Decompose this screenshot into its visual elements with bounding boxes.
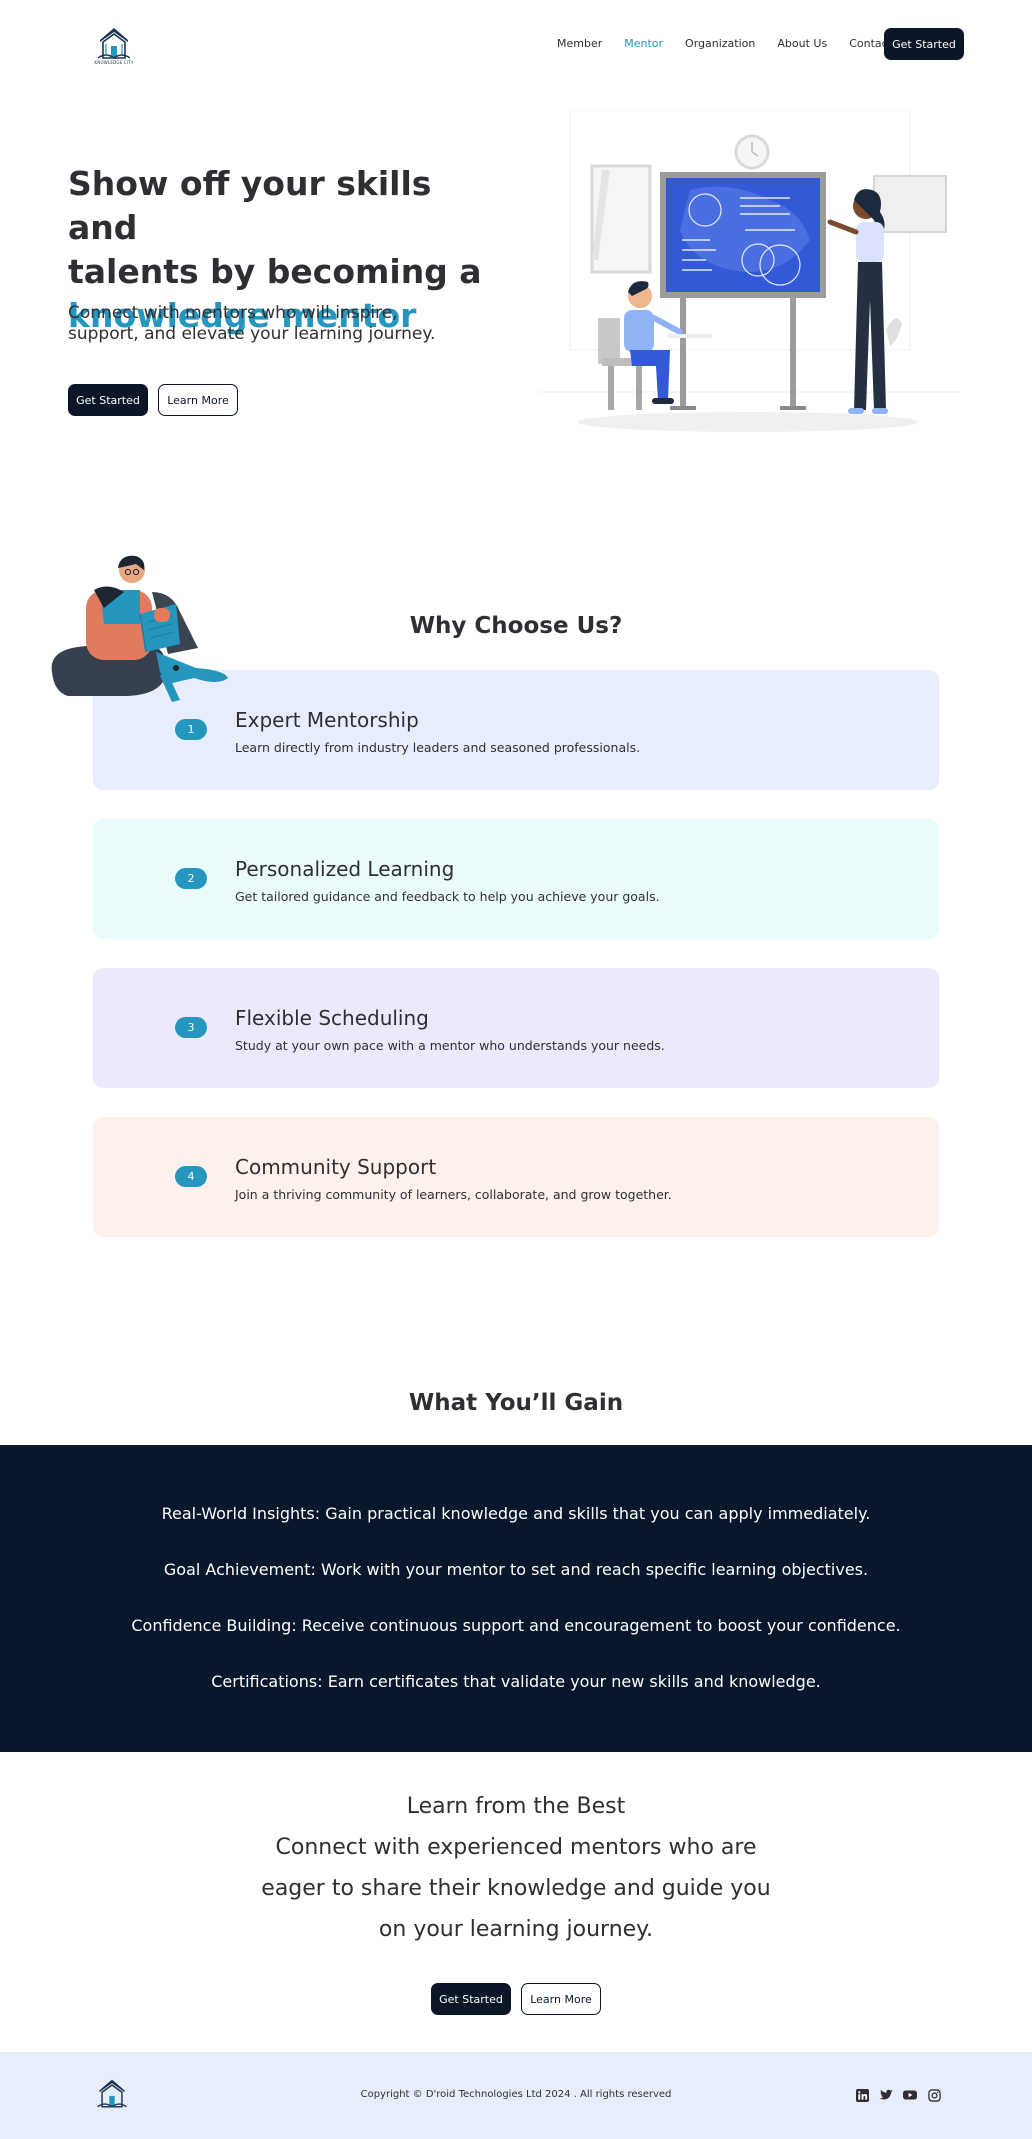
social-links <box>855 2088 941 2102</box>
nav-get-started-button[interactable]: Get Started <box>884 28 964 60</box>
card-description: Study at your own pace with a mentor who… <box>235 1038 665 1053</box>
card-number-badge: 2 <box>175 868 207 889</box>
feature-card-personalized-learning: 2 Personalized Learning Get tailored gui… <box>93 819 939 939</box>
card-number-badge: 1 <box>175 719 207 740</box>
learn-heading: Learn from the Best <box>406 1794 626 1819</box>
hero-learn-more-button[interactable]: Learn More <box>158 384 238 416</box>
nav-link-mentor[interactable]: Mentor <box>624 37 663 50</box>
gain-item: Real-World Insights: Gain practical know… <box>0 1504 1032 1523</box>
learn-get-started-button[interactable]: Get Started <box>431 1983 511 2015</box>
gain-title: What You’ll Gain <box>408 1390 624 1416</box>
gain-item-label: Confidence Building: <box>131 1616 297 1635</box>
feature-card-flexible-scheduling: 3 Flexible Scheduling Study at your own … <box>93 968 939 1088</box>
nav-link-member[interactable]: Member <box>557 37 602 50</box>
reading-student-illustration <box>51 555 228 702</box>
gain-item-label: Goal Achievement: <box>163 1560 316 1579</box>
gain-band: Real-World Insights: Gain practical know… <box>0 1445 1032 1752</box>
card-title: Community Support <box>235 1155 437 1179</box>
card-number-badge: 3 <box>175 1017 207 1038</box>
learn-learn-more-button[interactable]: Learn More <box>521 1983 601 2015</box>
card-description: Get tailored guidance and feedback to he… <box>235 889 660 904</box>
youtube-icon[interactable] <box>903 2088 917 2102</box>
gain-item: Goal Achievement: Work with your mentor … <box>0 1560 1032 1579</box>
gain-item-text: Gain practical knowledge and skills that… <box>325 1504 871 1523</box>
feature-card-community-support: 4 Community Support Join a thriving comm… <box>93 1117 939 1237</box>
learn-line: eager to share their knowledge and guide… <box>261 1876 771 1901</box>
logo-text: KNOWLEDGE CITY <box>94 60 134 65</box>
hero-get-started-button[interactable]: Get Started <box>68 384 148 416</box>
hero-subtitle: Connect with mentors who will inspire, s… <box>68 303 436 344</box>
gain-item-text: Receive continuous support and encourage… <box>301 1616 901 1635</box>
nav-links: Member Mentor Organization About Us Cont… <box>557 37 909 50</box>
card-title: Personalized Learning <box>235 857 455 881</box>
gain-item-label: Certifications: <box>211 1672 323 1691</box>
gain-item-text: Work with your mentor to set and reach s… <box>320 1560 869 1579</box>
footer: Copyright © D'roid Technologies Ltd 2024… <box>0 2052 1032 2139</box>
gain-item: Certifications: Earn certificates that v… <box>0 1672 1032 1691</box>
card-description: Join a thriving community of learners, c… <box>235 1187 672 1202</box>
gain-item: Confidence Building: Receive continuous … <box>0 1616 1032 1635</box>
card-number-badge: 4 <box>175 1166 207 1187</box>
card-description: Learn directly from industry leaders and… <box>235 740 641 755</box>
hero-title-line2: talents by becoming a <box>68 252 482 291</box>
twitter-icon[interactable] <box>879 2088 893 2102</box>
top-nav: KNOWLEDGE CITY Member Mentor Organizatio… <box>0 0 1032 88</box>
card-title: Expert Mentorship <box>235 708 419 732</box>
linkedin-icon[interactable] <box>855 2088 869 2102</box>
gain-item-label: Real-World Insights: <box>161 1504 321 1523</box>
learn-line: on your learning journey. <box>378 1917 654 1942</box>
learn-text-block: Learn from the Best Connect with experie… <box>216 1786 816 1950</box>
nav-link-organization[interactable]: Organization <box>685 37 755 50</box>
mentor-whiteboard-illustration <box>540 110 960 432</box>
card-title: Flexible Scheduling <box>235 1006 429 1030</box>
gain-item-text: Earn certificates that validate your new… <box>327 1672 821 1691</box>
hero-title-line1: Show off your skills and <box>68 164 432 247</box>
nav-link-about-us[interactable]: About Us <box>777 37 827 50</box>
learn-line: Connect with experienced mentors who are <box>275 1835 757 1860</box>
instagram-icon[interactable] <box>927 2088 941 2102</box>
